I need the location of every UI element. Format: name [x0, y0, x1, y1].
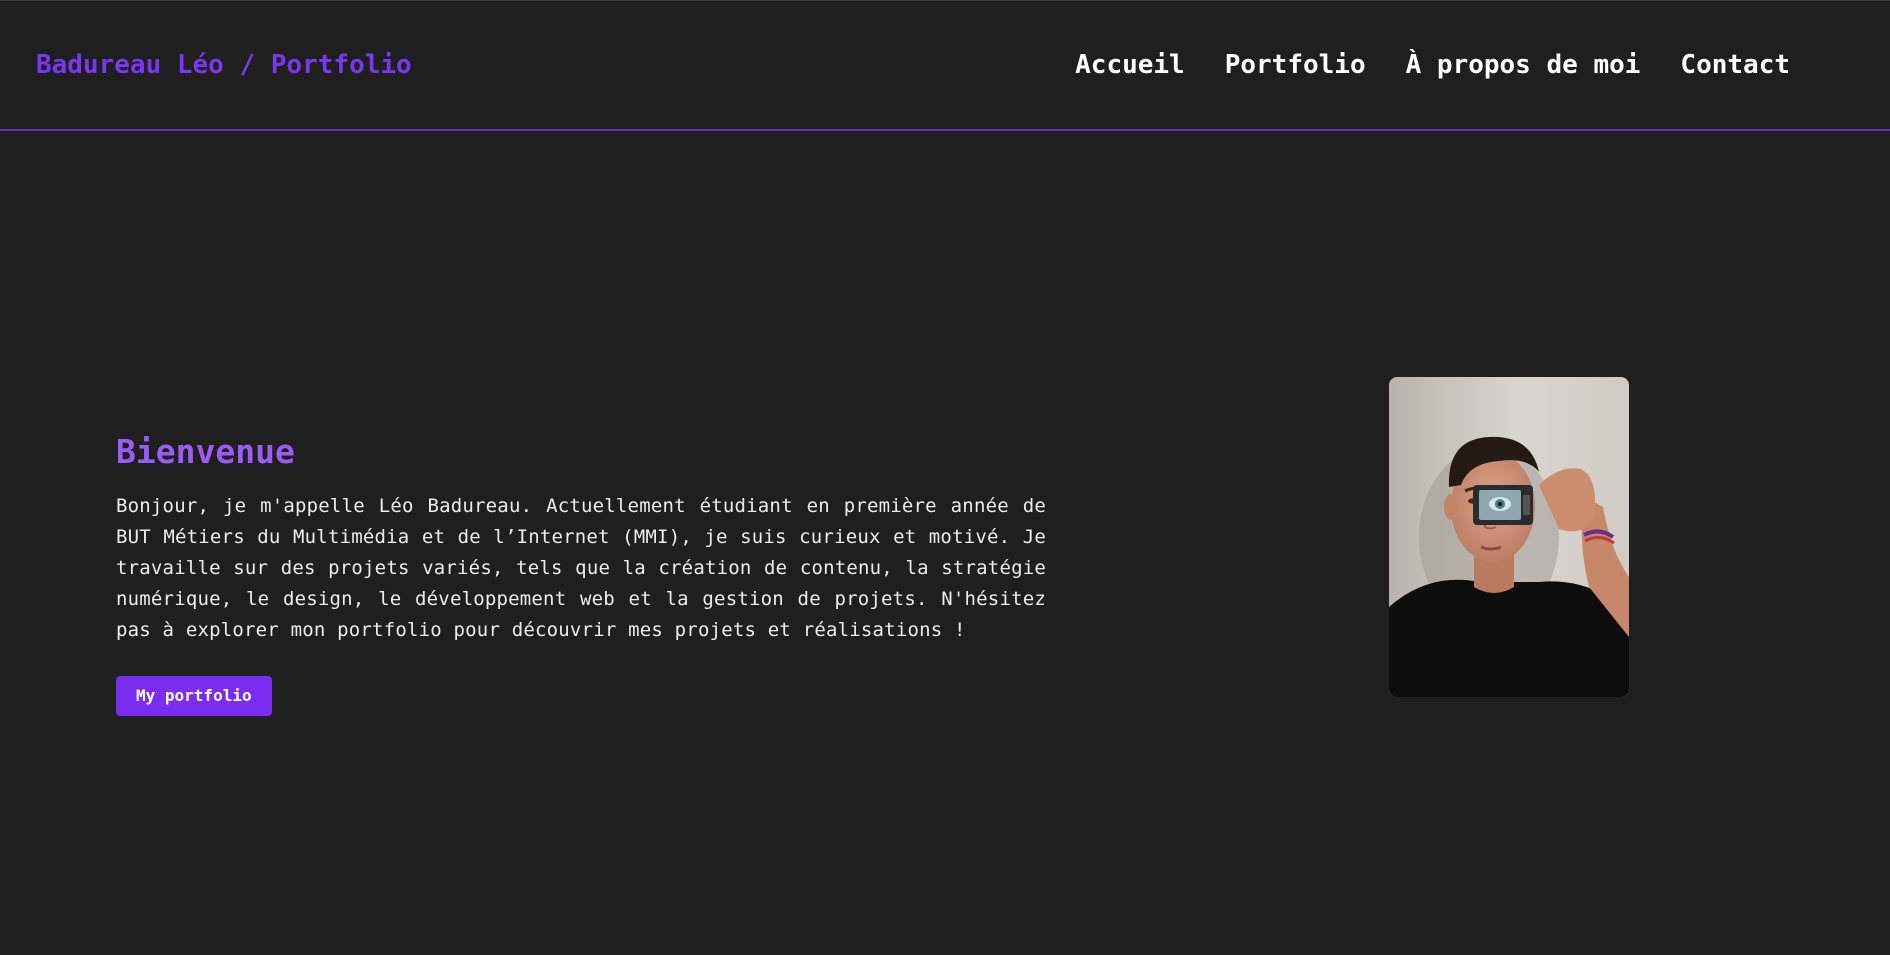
site-brand-link[interactable]: Badureau Léo / Portfolio	[36, 49, 412, 81]
nav-link-portfolio[interactable]: Portfolio	[1225, 49, 1366, 81]
my-portfolio-button[interactable]: My portfolio	[116, 676, 272, 716]
hero-section: Bienvenue Bonjour, je m'appelle Léo Badu…	[116, 431, 1046, 716]
nav-link-contact[interactable]: Contact	[1680, 49, 1790, 81]
main-nav: Accueil Portfolio À propos de moi Contac…	[1075, 49, 1790, 81]
nav-link-accueil[interactable]: Accueil	[1075, 49, 1185, 81]
page: Badureau Léo / Portfolio Accueil Portfol…	[0, 0, 1890, 955]
nav-link-a-propos[interactable]: À propos de moi	[1406, 49, 1641, 81]
site-header: Badureau Léo / Portfolio Accueil Portfol…	[0, 1, 1890, 131]
profile-photo	[1389, 377, 1629, 697]
hero-title: Bienvenue	[116, 432, 295, 471]
hero-description: Bonjour, je m'appelle Léo Badureau. Actu…	[116, 495, 1046, 641]
